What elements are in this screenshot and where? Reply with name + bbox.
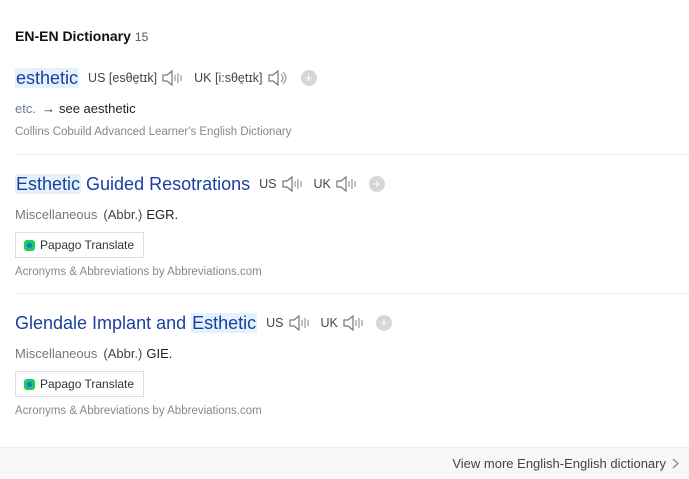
speaker-icon[interactable] bbox=[342, 314, 366, 332]
dictionary-panel: EN-EN Dictionary 15 esthetic US [esθe̱tɪk… bbox=[0, 0, 689, 479]
entry-headline: esthetic US [esθe̱tɪk] UK [i:sθe̱tɪk] + bbox=[15, 64, 689, 92]
highlighted-term: esthetic bbox=[15, 67, 80, 88]
pron-uk: UK [i:sθe̱tɪk] bbox=[194, 69, 290, 87]
entry-word-link[interactable]: Esthetic Guided Resotrations bbox=[15, 173, 251, 195]
pron-us: US [esθe̱tɪk] bbox=[88, 69, 185, 87]
speaker-icon[interactable] bbox=[288, 314, 312, 332]
speaker-icon[interactable] bbox=[267, 69, 291, 87]
entry-source[interactable]: Acronyms & Abbreviations by Abbreviation… bbox=[15, 266, 689, 278]
pron-us-label: US bbox=[259, 177, 277, 191]
papago-translate-button[interactable]: Papago Translate bbox=[15, 232, 145, 258]
pron-uk-label: UK bbox=[313, 177, 331, 191]
chevron-right-icon bbox=[672, 458, 679, 469]
pron-uk-label: UK bbox=[194, 71, 212, 85]
entry-word-link[interactable]: Glendale Implant and Esthetic bbox=[15, 312, 258, 334]
add-to-wordbook-plus-icon[interactable]: + bbox=[375, 315, 392, 331]
result-count: 15 bbox=[134, 30, 149, 44]
entry-word-pre: Glendale Implant and bbox=[15, 312, 192, 333]
papago-translate-label: Papago Translate bbox=[40, 238, 135, 252]
entry-definition: Miscellaneous (Abbr.) GIE. bbox=[15, 343, 689, 363]
pron-uk: UK bbox=[321, 314, 366, 332]
abbr-value: EGR. bbox=[146, 206, 179, 222]
entry-word-rest: Guided Resotrations bbox=[81, 173, 251, 194]
view-more-link[interactable]: View more English-English dictionary bbox=[452, 456, 679, 471]
entry-headline: Esthetic Guided Resotrations US UK + bbox=[15, 170, 689, 198]
add-to-wordbook-plus-icon[interactable]: + bbox=[368, 176, 385, 192]
view-more-label: View more English-English dictionary bbox=[452, 456, 666, 471]
pron-us-label: US bbox=[88, 71, 106, 85]
papago-logo-icon bbox=[24, 378, 35, 390]
dictionary-title: EN-EN Dictionary bbox=[15, 28, 131, 44]
entry-source[interactable]: Collins Cobuild Advanced Learner's Engli… bbox=[15, 126, 689, 138]
highlighted-term: Esthetic bbox=[191, 312, 258, 333]
entry-definition: Miscellaneous (Abbr.) EGR. bbox=[15, 204, 689, 224]
entry-glendale-implant-and-esthetic: Glendale Implant and Esthetic US UK + Mi… bbox=[15, 309, 689, 417]
papago-logo-icon bbox=[24, 239, 35, 251]
pron-uk-ipa: [i:sθe̱tɪk] bbox=[215, 71, 263, 85]
speaker-icon[interactable] bbox=[335, 175, 359, 193]
definition-pos: etc. bbox=[15, 100, 36, 116]
see-arrow: → bbox=[41, 100, 55, 116]
pron-uk: UK bbox=[314, 175, 359, 193]
dictionary-footer: View more English-English dictionary bbox=[0, 447, 689, 479]
entry-esthetic-guided-restorations: Esthetic Guided Resotrations US UK + Mis… bbox=[15, 170, 689, 278]
entry-divider bbox=[15, 293, 689, 294]
abbr-tag: (Abbr.) bbox=[103, 345, 143, 361]
entry-esthetic: esthetic US [esθe̱tɪk] UK [i:sθe̱tɪk] + … bbox=[15, 64, 689, 138]
definition-pos: Miscellaneous bbox=[15, 345, 98, 361]
pron-us-label: US bbox=[266, 316, 284, 330]
highlighted-term: Esthetic bbox=[15, 173, 82, 194]
abbr-value: GIE. bbox=[146, 345, 173, 361]
add-to-wordbook-plus-icon[interactable]: + bbox=[300, 70, 317, 86]
see-reference-link[interactable]: see aesthetic bbox=[59, 101, 136, 116]
pron-uk-label: UK bbox=[320, 316, 338, 330]
pron-us: US bbox=[266, 314, 311, 332]
speaker-icon[interactable] bbox=[281, 175, 305, 193]
entry-word-link[interactable]: esthetic bbox=[15, 67, 80, 89]
abbr-tag: (Abbr.) bbox=[103, 206, 143, 222]
dictionary-header: EN-EN Dictionary 15 bbox=[15, 28, 148, 44]
entry-source[interactable]: Acronyms & Abbreviations by Abbreviation… bbox=[15, 405, 689, 417]
entry-definition: etc. → see aesthetic bbox=[15, 98, 689, 118]
speaker-icon[interactable] bbox=[161, 69, 185, 87]
papago-translate-button[interactable]: Papago Translate bbox=[15, 371, 145, 397]
pron-us-ipa: [esθe̱tɪk] bbox=[108, 71, 158, 85]
pron-us: US bbox=[259, 175, 304, 193]
papago-translate-label: Papago Translate bbox=[40, 377, 135, 391]
entry-headline: Glendale Implant and Esthetic US UK + bbox=[15, 309, 689, 337]
entry-divider bbox=[15, 154, 689, 155]
definition-pos: Miscellaneous bbox=[15, 206, 98, 222]
